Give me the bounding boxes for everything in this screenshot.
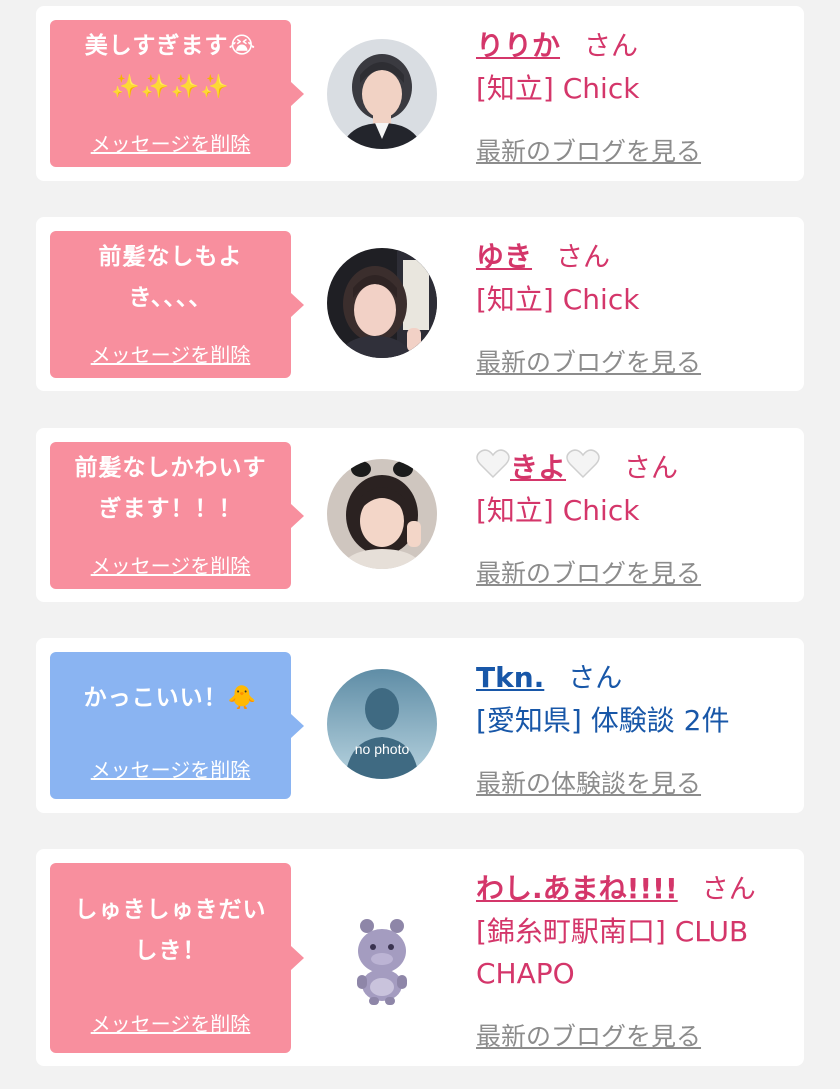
message-bubble: 前髪なしかわいす ぎます！！！ メッセージを削除 <box>50 442 304 589</box>
review-location: [愛知県] 体験談 2件 <box>476 704 730 737</box>
honorific: さん <box>584 31 639 62</box>
message-line: しき！ <box>134 938 207 964</box>
message-line: かっこいい！🐥 <box>83 685 258 711</box>
honorific: さん <box>568 663 623 694</box>
shop-location-line: CHAPO <box>476 957 575 990</box>
avatar[interactable] <box>327 248 437 358</box>
profile-name-text: きよ <box>510 451 567 484</box>
delete-message-link[interactable]: メッセージを削除 <box>50 1008 291 1037</box>
profile-name-link[interactable]: わし.あまね!!!! <box>476 872 678 905</box>
avatar[interactable] <box>327 39 437 149</box>
white-heart-icon <box>476 449 510 479</box>
delete-message-link[interactable]: メッセージを削除 <box>50 754 291 783</box>
message-text: 美しすぎます😭 ✨✨✨✨ <box>58 26 283 108</box>
shop-location: [錦糸町駅南口] CLUB CHAPO <box>476 911 748 995</box>
white-heart-icon <box>566 449 600 479</box>
message-bubble: しゅきしゅきだい しき！ メッセージを削除 <box>50 863 304 1053</box>
profile-name-link[interactable]: Tkn. <box>476 661 544 694</box>
name-line: りりか さん <box>476 24 638 64</box>
woman-photo <box>327 459 437 569</box>
message-line: き、、、、 <box>128 285 213 311</box>
message-text: かっこいい！🐥 <box>58 678 283 719</box>
no-photo-silhouette <box>327 669 437 779</box>
message-text: 前髪なしかわいす ぎます！！！ <box>58 448 283 530</box>
name-line: きよ さん <box>476 446 678 486</box>
message-card: 美しすぎます😭 ✨✨✨✨ メッセージを削除 りりか さん [知立] Chick 最… <box>36 6 804 181</box>
message-line: ぎます！！！ <box>98 496 243 522</box>
honorific: さん <box>624 453 679 484</box>
message-card: しゅきしゅきだい しき！ メッセージを削除 わし.あまね!!!! さん [錦糸町駅… <box>36 849 804 1066</box>
profile-name-link[interactable]: きよ <box>476 449 600 484</box>
message-bubble: かっこいい！🐥 メッセージを削除 <box>50 652 304 799</box>
hippo-mascot-icon <box>327 903 437 1013</box>
avatar[interactable] <box>327 459 437 569</box>
shop-location: [知立] Chick <box>476 72 640 105</box>
latest-blog-link[interactable]: 最新のブログを見る <box>476 1017 701 1053</box>
profile-name-link[interactable]: ゆき <box>476 240 532 273</box>
no-photo-label: no photo <box>354 741 410 757</box>
message-line: ✨✨✨✨ <box>111 74 230 100</box>
message-card: 前髪なしもよ き、、、、 メッセージを削除 ゆき さん [知立] Chick 最新… <box>36 217 804 391</box>
honorific: さん <box>556 242 611 273</box>
avatar[interactable]: no photo <box>327 669 437 779</box>
delete-message-link[interactable]: メッセージを削除 <box>50 339 291 368</box>
latest-blog-link[interactable]: 最新のブログを見る <box>476 554 701 590</box>
shop-location-line: [錦糸町駅南口] CLUB <box>476 915 749 948</box>
woman-photo <box>327 248 437 358</box>
shop-location: [知立] Chick <box>476 494 640 527</box>
name-line: ゆき さん <box>476 235 610 275</box>
woman-photo <box>327 39 437 149</box>
latest-review-link[interactable]: 最新の体験談を見る <box>476 764 701 800</box>
message-text: 前髪なしもよ き、、、、 <box>58 237 283 319</box>
honorific: さん <box>701 874 756 905</box>
name-line: Tkn. さん <box>476 656 622 695</box>
message-line: 美しすぎます😭 <box>84 33 257 59</box>
profile-name-link[interactable]: りりか <box>476 29 560 62</box>
name-line: わし.あまね!!!! さん <box>476 867 756 907</box>
message-line: 前髪なしかわいす <box>74 455 267 481</box>
delete-message-link[interactable]: メッセージを削除 <box>50 550 291 579</box>
message-card: かっこいい！🐥 メッセージを削除 no photo Tkn. さん [愛知県] 体… <box>36 638 804 813</box>
message-line: しゅきしゅきだい <box>74 897 267 923</box>
latest-blog-link[interactable]: 最新のブログを見る <box>476 343 701 379</box>
message-bubble: 前髪なしもよ き、、、、 メッセージを削除 <box>50 231 304 378</box>
avatar[interactable] <box>327 903 437 1013</box>
delete-message-link[interactable]: メッセージを削除 <box>50 128 291 157</box>
message-card: 前髪なしかわいす ぎます！！！ メッセージを削除 きよ さん [知立] Chick… <box>36 428 804 602</box>
message-line: 前髪なしもよ <box>98 244 243 270</box>
message-bubble: 美しすぎます😭 ✨✨✨✨ メッセージを削除 <box>50 20 304 167</box>
latest-blog-link[interactable]: 最新のブログを見る <box>476 132 701 168</box>
shop-location: [知立] Chick <box>476 283 640 316</box>
message-text: しゅきしゅきだい しき！ <box>58 890 283 972</box>
